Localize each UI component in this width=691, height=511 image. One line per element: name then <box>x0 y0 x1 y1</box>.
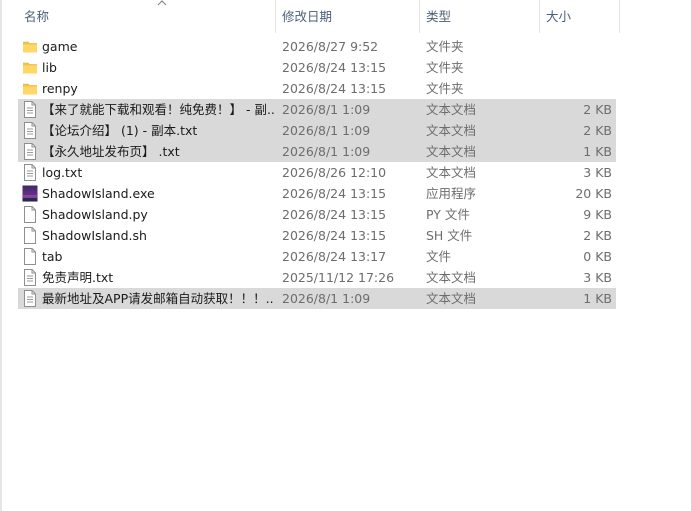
file-type: 文件夹 <box>426 81 464 96</box>
file-size: 2 KB <box>583 123 612 138</box>
file-modified-date: 2026/8/27 9:52 <box>282 39 379 54</box>
file-type: 文本文档 <box>426 123 477 138</box>
file-size: 1 KB <box>583 144 612 159</box>
text-file-icon <box>22 122 38 139</box>
file-name: renpy <box>42 81 78 96</box>
folder-icon <box>22 80 38 97</box>
file-name: game <box>42 39 78 54</box>
sort-ascending-icon <box>157 0 167 6</box>
text-file-icon <box>22 101 38 118</box>
file-row[interactable]: lib 2026/8/24 13:15 文件夹 <box>18 57 616 78</box>
file-size <box>536 36 612 57</box>
file-modified-date: 2026/8/26 12:10 <box>282 165 387 180</box>
column-header-type-label: 类型 <box>426 9 452 24</box>
file-row[interactable]: 最新地址及APP请发邮箱自动获取！！！... 2026/8/1 1:09 文本文档 1… <box>18 288 616 309</box>
file-type: 文本文档 <box>426 144 477 159</box>
file-row[interactable]: ShadowIsland.py 2026/8/24 13:15 PY 文件 9 KB <box>18 204 616 225</box>
file-explorer-window: 名称 修改日期 类型 大小 game 2026/8/27 9:52 文件夹 lib 20… <box>0 0 691 511</box>
file-size: 1 KB <box>583 291 612 306</box>
file-type: PY 文件 <box>426 207 470 222</box>
file-size: 2 KB <box>583 102 612 117</box>
file-modified-date: 2026/8/1 1:09 <box>282 291 371 306</box>
file-type: 文本文档 <box>426 165 477 180</box>
column-header-bar: 名称 修改日期 类型 大小 <box>2 0 620 33</box>
text-file-icon <box>22 143 38 160</box>
file-row[interactable]: ShadowIsland.exe 2026/8/24 13:15 应用程序 20 KB <box>18 183 616 204</box>
file-modified-date: 2026/8/24 13:15 <box>282 228 387 243</box>
file-name: tab <box>42 249 63 264</box>
file-size <box>536 78 612 99</box>
file-row[interactable]: 【论坛介绍】 (1) - 副本.txt 2026/8/1 1:09 文本文档 2 KB <box>18 120 616 141</box>
file-modified-date: 2026/8/24 13:17 <box>282 249 387 264</box>
file-name: 免责声明.txt <box>42 270 114 285</box>
file-row[interactable]: 【永久地址发布页】 .txt 2026/8/1 1:09 文本文档 1 KB <box>18 141 616 162</box>
file-modified-date: 2026/8/1 1:09 <box>282 144 371 159</box>
file-modified-date: 2026/8/1 1:09 <box>282 123 371 138</box>
text-file-icon <box>22 269 38 286</box>
file-name: ShadowIsland.py <box>42 207 148 222</box>
file-name: 【永久地址发布页】 .txt <box>42 144 180 159</box>
file-name: log.txt <box>42 165 83 180</box>
column-header-size[interactable]: 大小 <box>540 0 620 33</box>
file-modified-date: 2026/8/24 13:15 <box>282 186 387 201</box>
column-header-size-label: 大小 <box>546 9 572 24</box>
column-header-name-label: 名称 <box>24 9 50 24</box>
file-name: 【论坛介绍】 (1) - 副本.txt <box>42 123 198 138</box>
file-row[interactable]: game 2026/8/27 9:52 文件夹 <box>18 36 616 57</box>
file-type: 文本文档 <box>426 291 477 306</box>
file-name: 最新地址及APP请发邮箱自动获取！！！... <box>42 291 274 306</box>
file-name: ShadowIsland.sh <box>42 228 147 243</box>
file-type: 应用程序 <box>426 186 477 201</box>
file-row[interactable]: renpy 2026/8/24 13:15 文件夹 <box>18 78 616 99</box>
file-size: 9 KB <box>583 207 612 222</box>
file-size: 3 KB <box>583 165 612 180</box>
file-row[interactable]: 免责声明.txt 2025/11/12 17:26 文本文档 3 KB <box>18 267 616 288</box>
file-row[interactable]: tab 2026/8/24 13:17 文件 0 KB <box>18 246 616 267</box>
file-type: 文本文档 <box>426 102 477 117</box>
file-type: 文件 <box>426 249 452 264</box>
file-modified-date: 2026/8/24 13:15 <box>282 81 387 96</box>
file-row[interactable]: ShadowIsland.sh 2026/8/24 13:15 SH 文件 2 KB <box>18 225 616 246</box>
file-size: 0 KB <box>583 249 612 264</box>
file-modified-date: 2026/8/24 13:15 <box>282 60 387 75</box>
file-size: 20 KB <box>575 186 612 201</box>
text-file-icon <box>22 290 38 307</box>
column-header-date[interactable]: 修改日期 <box>276 0 420 33</box>
column-header-name[interactable]: 名称 <box>18 0 276 33</box>
file-size: 3 KB <box>583 270 612 285</box>
blank-file-icon <box>22 227 38 244</box>
file-type: 文件夹 <box>426 60 464 75</box>
blank-file-icon <box>22 248 38 265</box>
file-row[interactable]: log.txt 2026/8/26 12:10 文本文档 3 KB <box>18 162 616 183</box>
file-type: SH 文件 <box>426 228 473 243</box>
folder-icon <box>22 38 38 55</box>
text-file-icon <box>22 164 38 181</box>
file-modified-date: 2025/11/12 17:26 <box>282 270 395 285</box>
file-name: 【来了就能下载和观看！纯免费！】 - 副... <box>42 102 274 117</box>
window-left-border <box>0 0 2 511</box>
file-size <box>536 57 612 78</box>
file-name: ShadowIsland.exe <box>42 186 155 201</box>
column-header-type[interactable]: 类型 <box>420 0 540 33</box>
exe-icon <box>22 185 38 202</box>
file-row[interactable]: 【来了就能下载和观看！纯免费！】 - 副... 2026/8/1 1:09 文本文档… <box>18 99 616 120</box>
blank-file-icon <box>22 206 38 223</box>
file-name: lib <box>42 60 57 75</box>
file-size: 2 KB <box>583 228 612 243</box>
file-type: 文件夹 <box>426 39 464 54</box>
file-modified-date: 2026/8/24 13:15 <box>282 207 387 222</box>
file-modified-date: 2026/8/1 1:09 <box>282 102 371 117</box>
file-type: 文本文档 <box>426 270 477 285</box>
column-header-date-label: 修改日期 <box>282 9 333 24</box>
folder-icon <box>22 59 38 76</box>
